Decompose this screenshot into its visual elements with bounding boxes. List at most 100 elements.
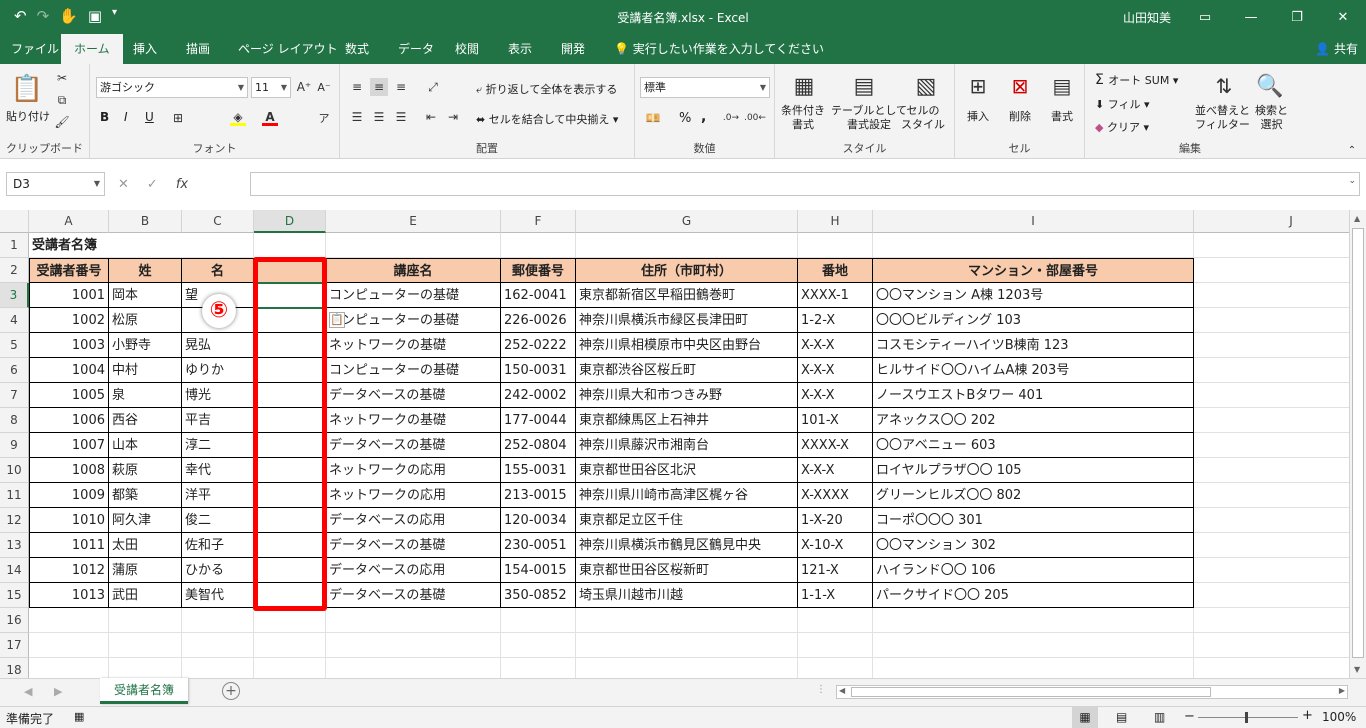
cell-c1[interactable] bbox=[182, 233, 254, 258]
cell-e10[interactable]: ネットワークの応用 bbox=[326, 458, 501, 483]
cell-i12[interactable]: コーポ〇〇〇 301 bbox=[873, 508, 1194, 533]
cell-i13[interactable]: 〇〇マンション 302 bbox=[873, 533, 1194, 558]
border-icon[interactable]: ⊞ bbox=[170, 110, 186, 126]
cell-styles-icon[interactable]: ▧ bbox=[911, 70, 941, 102]
row-header-15[interactable]: 15 bbox=[0, 583, 29, 608]
cell-j12[interactable] bbox=[1194, 508, 1366, 533]
comma-button[interactable]: , bbox=[701, 109, 706, 125]
page-layout-view-icon[interactable]: ▤ bbox=[1116, 710, 1127, 724]
find-select-button[interactable]: 検索と 選択 bbox=[1255, 104, 1288, 132]
cell-i5[interactable]: コスモシティーハイツB棟南 123 bbox=[873, 333, 1194, 358]
insert-cells-icon[interactable]: ⊞ bbox=[963, 70, 993, 102]
column-header-b[interactable]: B bbox=[109, 210, 182, 233]
cell-b7[interactable]: 泉 bbox=[109, 383, 182, 408]
conditional-format-button[interactable]: 条件付き 書式 bbox=[781, 104, 825, 132]
cell-a10[interactable]: 1008 bbox=[29, 458, 109, 483]
cell-b13[interactable]: 太田 bbox=[109, 533, 182, 558]
cell-f18[interactable] bbox=[501, 658, 576, 678]
cell-d4[interactable] bbox=[254, 308, 326, 333]
cell-g14[interactable]: 東京都世田谷区桜新町 bbox=[576, 558, 798, 583]
cell-b14[interactable]: 蒲原 bbox=[109, 558, 182, 583]
cell-d9[interactable] bbox=[254, 433, 326, 458]
accounting-icon[interactable]: 💴 bbox=[641, 109, 665, 127]
cell-j11[interactable] bbox=[1194, 483, 1366, 508]
cell-f13[interactable]: 230-0051 bbox=[501, 533, 576, 558]
cell-a2[interactable]: 受講者番号 bbox=[29, 258, 109, 283]
copy-icon[interactable]: ⧉ bbox=[54, 92, 70, 108]
font-color-icon[interactable]: A bbox=[262, 110, 278, 126]
row-header-18[interactable]: 18 bbox=[0, 658, 29, 678]
cell-c16[interactable] bbox=[182, 608, 254, 633]
cell-a4[interactable]: 1002 bbox=[29, 308, 109, 333]
cell-j15[interactable] bbox=[1194, 583, 1366, 608]
cell-a7[interactable]: 1005 bbox=[29, 383, 109, 408]
cell-j4[interactable] bbox=[1194, 308, 1366, 333]
format-painter-icon[interactable]: 🖌 bbox=[54, 114, 70, 130]
cell-h4[interactable]: 1-2-X bbox=[798, 308, 873, 333]
cell-i1[interactable] bbox=[873, 233, 1194, 258]
cell-f3[interactable]: 162-0041 bbox=[501, 283, 576, 308]
cell-c10[interactable]: 幸代 bbox=[182, 458, 254, 483]
cell-a12[interactable]: 1010 bbox=[29, 508, 109, 533]
column-header-i[interactable]: I bbox=[873, 210, 1194, 233]
close-icon[interactable]: ✕ bbox=[1320, 0, 1366, 34]
column-header-a[interactable]: A bbox=[29, 210, 109, 233]
zoom-level[interactable]: 100% bbox=[1322, 710, 1356, 724]
cell-g11[interactable]: 神奈川県川崎市高津区梶ヶ谷 bbox=[576, 483, 798, 508]
tab-insert[interactable]: 挿入 bbox=[133, 34, 157, 64]
cell-b17[interactable] bbox=[109, 633, 182, 658]
format-as-table-button[interactable]: テーブルとして 書式設定 bbox=[831, 104, 907, 132]
sheet-tab-active[interactable]: 受講者名簿 bbox=[100, 678, 188, 704]
delete-cells-button[interactable]: 削除 bbox=[1009, 108, 1031, 124]
cell-c18[interactable] bbox=[182, 658, 254, 678]
cell-f15[interactable]: 350-0852 bbox=[501, 583, 576, 608]
cell-j3[interactable] bbox=[1194, 283, 1366, 308]
bold-button[interactable]: B bbox=[100, 110, 109, 124]
align-left-icon[interactable]: ☰ bbox=[348, 108, 366, 126]
cell-f7[interactable]: 242-0002 bbox=[501, 383, 576, 408]
cell-i8[interactable]: アネックス〇〇 202 bbox=[873, 408, 1194, 433]
cell-a14[interactable]: 1012 bbox=[29, 558, 109, 583]
cell-e18[interactable] bbox=[326, 658, 501, 678]
cell-h7[interactable]: X-X-X bbox=[798, 383, 873, 408]
cell-d18[interactable] bbox=[254, 658, 326, 678]
cell-j16[interactable] bbox=[1194, 608, 1366, 633]
cell-i15[interactable]: パークサイド〇〇 205 bbox=[873, 583, 1194, 608]
cell-i14[interactable]: ハイランド〇〇 106 bbox=[873, 558, 1194, 583]
font-size-combo[interactable]: 11 ▼ bbox=[251, 77, 291, 98]
row-header-12[interactable]: 12 bbox=[0, 508, 29, 533]
cell-f1[interactable] bbox=[501, 233, 576, 258]
page-break-view-icon[interactable]: ▥ bbox=[1154, 710, 1165, 724]
row-header-3[interactable]: 3 bbox=[0, 283, 29, 308]
cell-a6[interactable]: 1004 bbox=[29, 358, 109, 383]
row-header-7[interactable]: 7 bbox=[0, 383, 29, 408]
cell-i11[interactable]: グリーンヒルズ〇〇 802 bbox=[873, 483, 1194, 508]
column-header-g[interactable]: G bbox=[576, 210, 798, 233]
paste-button[interactable]: 貼り付け bbox=[6, 108, 50, 124]
tab-file[interactable]: ファイル bbox=[11, 34, 59, 64]
cell-j7[interactable] bbox=[1194, 383, 1366, 408]
cell-e15[interactable]: データベースの基礎 bbox=[326, 583, 501, 608]
cell-d7[interactable] bbox=[254, 383, 326, 408]
format-cells-icon[interactable]: ▤ bbox=[1047, 70, 1077, 102]
row-header-16[interactable]: 16 bbox=[0, 608, 29, 633]
cell-g8[interactable]: 東京都練馬区上石神井 bbox=[576, 408, 798, 433]
cell-g4[interactable]: 神奈川県横浜市緑区長津田町 bbox=[576, 308, 798, 333]
cell-a17[interactable] bbox=[29, 633, 109, 658]
cell-b9[interactable]: 山本 bbox=[109, 433, 182, 458]
cell-b11[interactable]: 都築 bbox=[109, 483, 182, 508]
cell-b18[interactable] bbox=[109, 658, 182, 678]
column-header-e[interactable]: E bbox=[326, 210, 501, 233]
column-header-d[interactable]: D bbox=[254, 210, 326, 233]
cell-b12[interactable]: 阿久津 bbox=[109, 508, 182, 533]
cell-g7[interactable]: 神奈川県大和市つきみ野 bbox=[576, 383, 798, 408]
number-format-combo[interactable]: 標準 ▼ bbox=[640, 77, 770, 98]
cell-i7[interactable]: ノースウエストBタワー 401 bbox=[873, 383, 1194, 408]
autosum-button[interactable]: Σ オート SUM ▾ bbox=[1095, 72, 1178, 88]
cell-a8[interactable]: 1006 bbox=[29, 408, 109, 433]
row-header-2[interactable]: 2 bbox=[0, 258, 29, 283]
horizontal-scrollbar[interactable]: ◀ ▶ bbox=[836, 685, 1348, 699]
cell-e5[interactable]: ネットワークの基礎 bbox=[326, 333, 501, 358]
tab-data[interactable]: データ bbox=[398, 34, 434, 64]
cell-e17[interactable] bbox=[326, 633, 501, 658]
